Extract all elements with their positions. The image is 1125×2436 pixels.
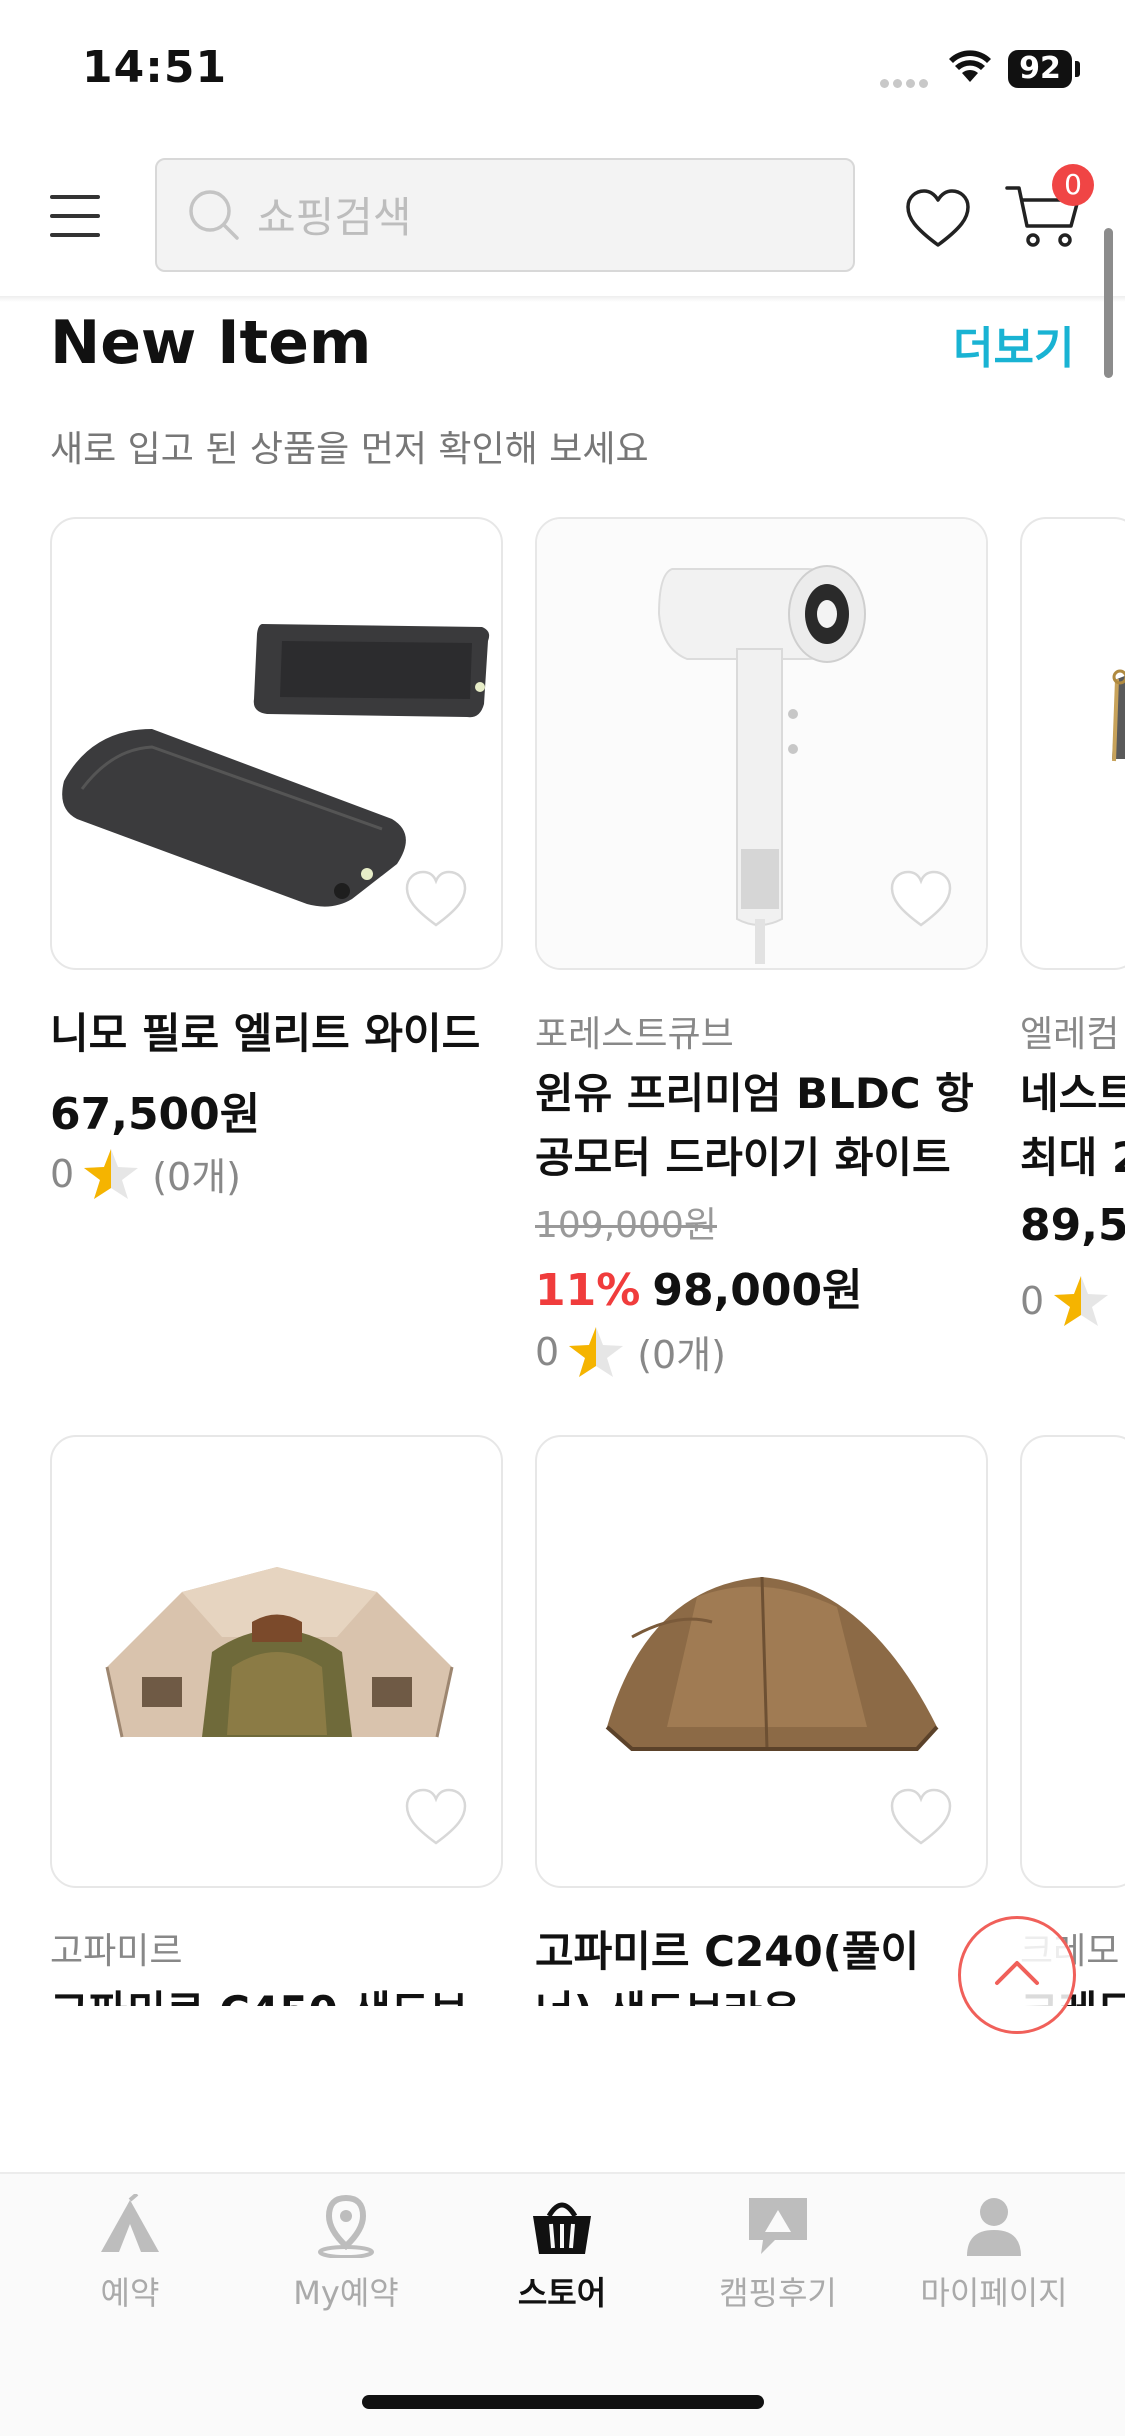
product-name-line2[interactable]: 최대 2: [1020, 1126, 1125, 1190]
section-subtitle: 새로 입고 된 상품을 먼저 확인해 보세요: [50, 429, 649, 470]
product-rating: 0 (0개): [50, 1146, 241, 1201]
half-star-icon: [569, 1326, 624, 1377]
review-icon: [749, 2198, 807, 2254]
sale-price: 98,000원: [652, 1265, 863, 1316]
product-price: 11% 98,000원: [535, 1254, 863, 1318]
location-pin-icon: [318, 2194, 374, 2258]
product-name-line2[interactable]: 공모터 드라이기 화이트: [535, 1126, 951, 1190]
product-brand: 엘레컴: [1020, 1014, 1120, 1055]
review-count: (0개): [637, 1333, 726, 1377]
product-name[interactable]: 윈유 프리미엄 BLDC 항: [535, 1062, 974, 1126]
favorite-heart-icon[interactable]: [404, 1787, 468, 1847]
product-name[interactable]: 니모 필로 엘리트 와이드: [50, 1002, 480, 1066]
search-box[interactable]: [155, 158, 855, 272]
cart-count-badge: 0: [1052, 164, 1094, 206]
more-link[interactable]: 더보기: [953, 312, 1074, 376]
favorite-heart-icon[interactable]: [404, 869, 468, 929]
review-count: (0개): [152, 1155, 241, 1199]
wishlist-heart-icon[interactable]: [905, 188, 971, 250]
product-rating: 0 (0개): [535, 1324, 726, 1379]
product-name[interactable]: 네스트: [1020, 1062, 1125, 1126]
rating-value: 0: [50, 1151, 75, 1196]
favorite-heart-icon[interactable]: [889, 869, 953, 929]
half-star-icon: [84, 1148, 139, 1199]
product-rating: 0: [1020, 1274, 1122, 1328]
product-image-tent-large[interactable]: [50, 1435, 503, 1888]
search-icon: [189, 190, 239, 240]
tab-my-page[interactable]: 마이페이지: [894, 2194, 1094, 2344]
basket-icon: [533, 2202, 591, 2254]
menu-button[interactable]: [50, 195, 100, 237]
tent-icon: [101, 2194, 159, 2252]
product-price: 67,500원: [50, 1089, 261, 1140]
store-header: 0: [0, 140, 1125, 300]
product-name[interactable]: 고파미르 C450 샌드브: [50, 1980, 468, 2006]
product-partial-image: [1112, 669, 1125, 762]
tab-label: 스토어: [517, 2274, 607, 2312]
status-bar: 14:51 92: [0, 0, 1125, 140]
product-name-line2[interactable]: 너) 샌드브라운: [535, 1980, 801, 2006]
clipped-row: 고파미르 C450 샌드브 너) 샌드브라운 크레모: [0, 1930, 1125, 2006]
half-star-icon: [1054, 1276, 1109, 1326]
product-image-hair-dryer[interactable]: [535, 517, 988, 970]
scrollbar[interactable]: [1104, 228, 1113, 378]
status-time: 14:51: [82, 42, 228, 93]
scroll-to-top-button[interactable]: [958, 1916, 1076, 2034]
discount-rate: 11%: [535, 1265, 641, 1316]
tab-camping-review[interactable]: 캠핑후기: [678, 2194, 878, 2344]
tab-my-reservation[interactable]: My예약: [246, 2194, 446, 2344]
rating-value: 0: [1020, 1279, 1045, 1323]
tab-store[interactable]: 스토어: [462, 2194, 662, 2344]
product-price: 89,5: [1020, 1200, 1125, 1251]
search-input[interactable]: [257, 182, 817, 252]
tab-label: 캠핑후기: [719, 2274, 837, 2312]
rating-value: 0: [535, 1329, 560, 1374]
battery-tip: [1075, 61, 1080, 77]
product-image-tent-dome[interactable]: [535, 1435, 988, 1888]
chevron-up-icon: [995, 1961, 1039, 1985]
wifi-icon: [949, 50, 991, 82]
product-image-partial-2[interactable]: [1020, 1435, 1125, 1888]
person-icon: [967, 2198, 1021, 2256]
original-price: 109,000원: [535, 1205, 717, 1246]
product-brand: 포레스트큐브: [535, 1014, 734, 1055]
cellular-signal-icon: [880, 73, 932, 88]
product-image-pillow[interactable]: [50, 517, 503, 970]
home-indicator[interactable]: [362, 2395, 764, 2409]
battery-icon: 92: [1008, 50, 1072, 88]
favorite-heart-icon[interactable]: [889, 1787, 953, 1847]
section-title: New Item: [50, 308, 372, 378]
tab-label: 예약: [100, 2274, 160, 2312]
header-divider: [0, 296, 1125, 302]
tab-label: 마이페이지: [920, 2274, 1068, 2312]
product-image-partial[interactable]: [1020, 517, 1125, 970]
tab-reservation[interactable]: 예약: [30, 2194, 230, 2344]
tab-label: My예약: [293, 2274, 399, 2312]
